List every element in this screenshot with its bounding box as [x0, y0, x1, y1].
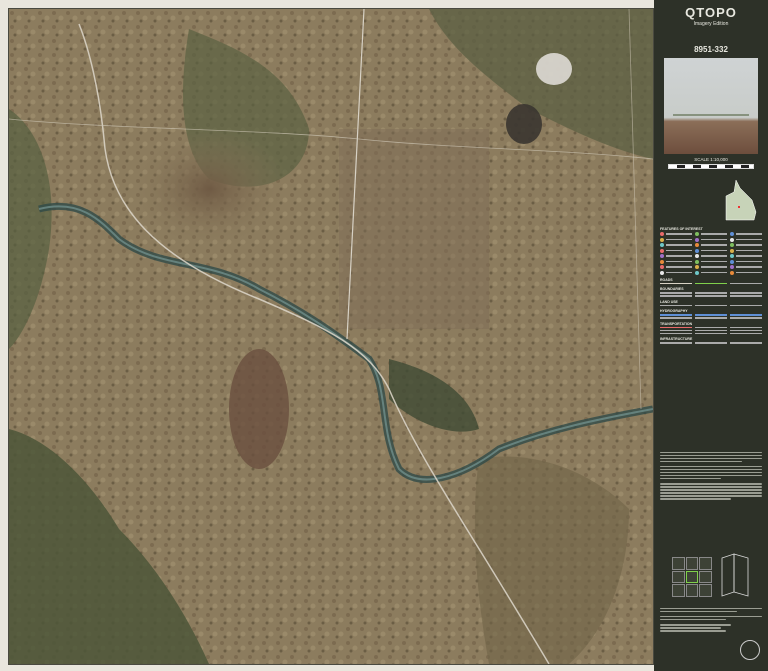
scale-label: SCALE 1:10,000 — [694, 157, 728, 162]
legend-heading: HYDROGRAPHY — [660, 309, 688, 313]
product-title: QTOPO — [685, 5, 737, 20]
dark-water-body — [506, 104, 542, 144]
disclaimer-text — [660, 450, 762, 501]
edition-label: Imagery Edition — [693, 21, 729, 27]
legend: FEATURES OF INTEREST ROADS BOUNDARIES LA… — [660, 224, 762, 344]
folded-map-icon — [721, 553, 749, 597]
map-sheet — [0, 0, 768, 671]
crest-icon — [740, 640, 760, 660]
feature-symbol-grid — [660, 232, 762, 275]
imagery-canvas — [9, 9, 653, 664]
camera-photo — [664, 58, 758, 154]
satellite-imagery-map[interactable] — [8, 8, 654, 665]
legend-heading: ROADS — [660, 277, 673, 282]
legend-heading: TRANSPORTATION — [660, 321, 693, 326]
map-index-grid — [672, 557, 712, 597]
scale-bar — [668, 164, 754, 169]
legend-heading: BOUNDARIES — [660, 287, 684, 291]
cleared-paddock — [339, 129, 489, 329]
sheet-number: 8951-332 — [694, 45, 728, 54]
legend-heading: FEATURES OF INTEREST — [660, 227, 703, 231]
queensland-locator-map — [725, 179, 757, 221]
legend-panel: QTOPO Imagery Edition 8951-332 SCALE 1:1… — [654, 0, 768, 671]
cloud — [536, 53, 572, 85]
footer-text — [660, 606, 762, 633]
legend-heading: INFRASTRUCTURE — [660, 337, 693, 341]
burn-scar — [229, 349, 289, 469]
legend-heading: LAND USE — [660, 299, 678, 304]
